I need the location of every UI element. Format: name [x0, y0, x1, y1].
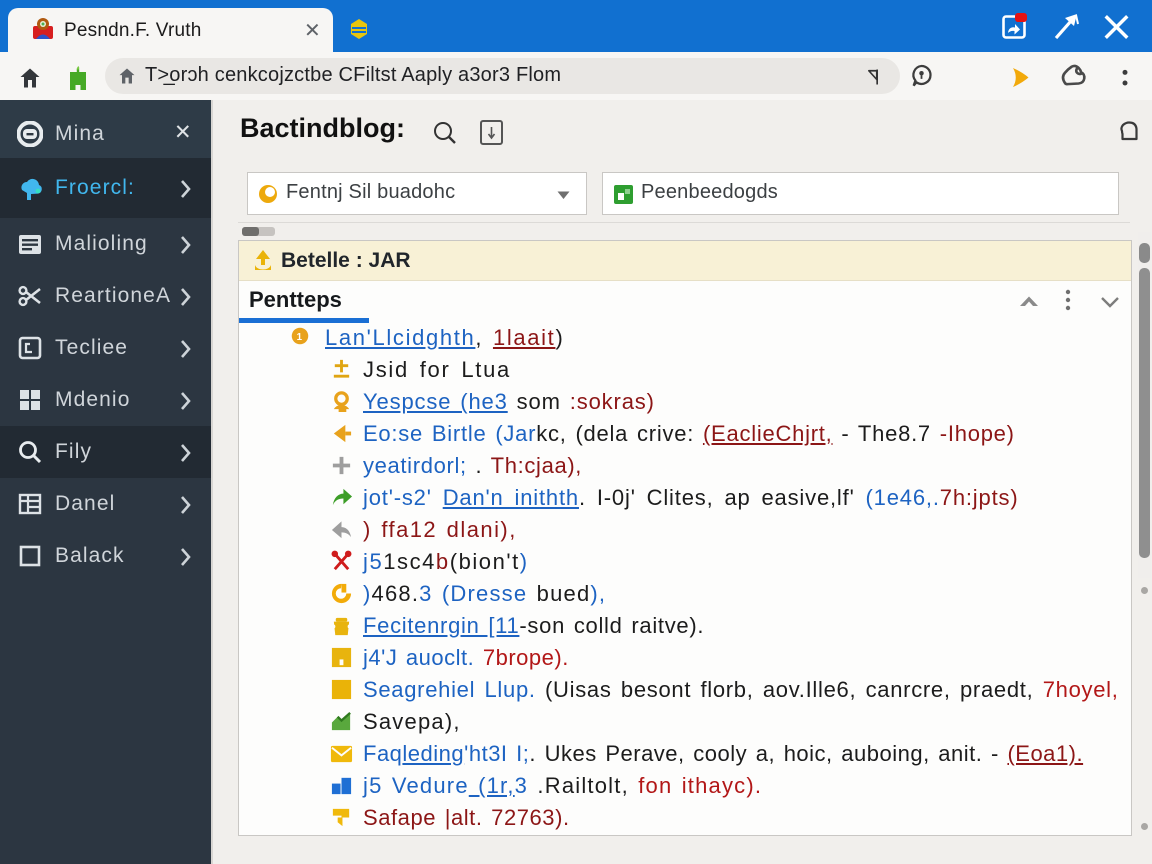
svg-text:1: 1 [297, 332, 304, 343]
